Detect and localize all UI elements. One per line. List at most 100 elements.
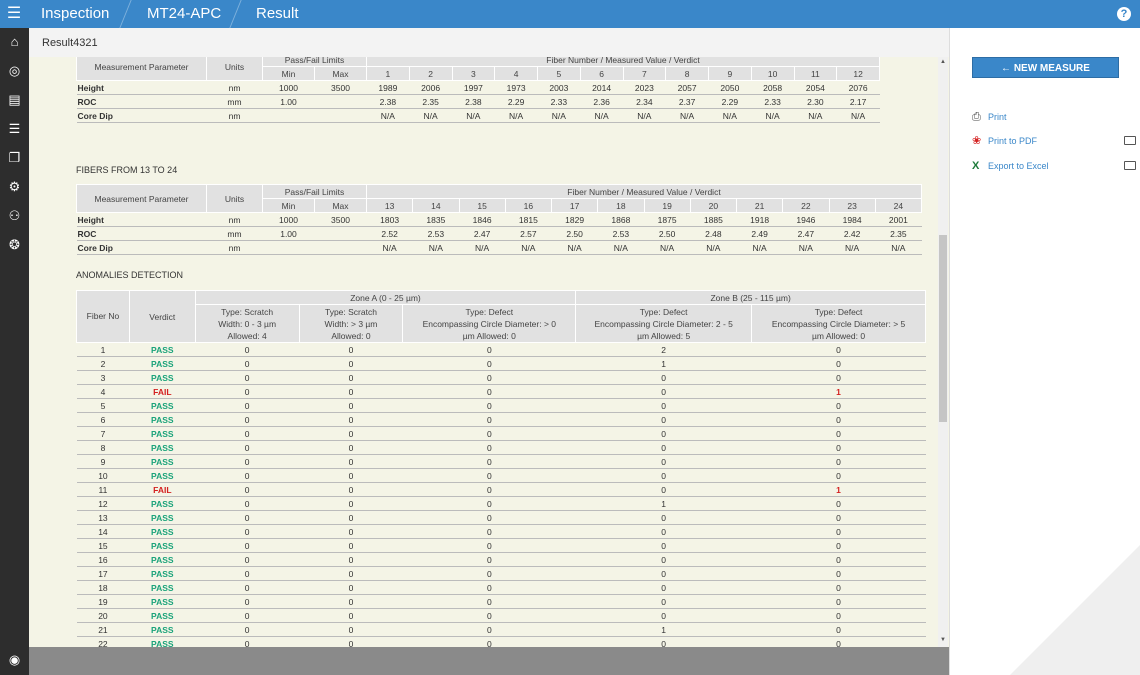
table-row: 14 PASS 0 0 0 0 0 bbox=[76, 524, 926, 539]
max-value bbox=[314, 108, 367, 123]
print-button[interactable]: ⎙ Print bbox=[972, 109, 1007, 125]
fiber-number: 15 bbox=[458, 198, 506, 213]
measured-value: 2.35 bbox=[409, 94, 452, 109]
folder-icon[interactable] bbox=[1124, 136, 1136, 145]
defect-count: 1 bbox=[751, 384, 926, 399]
max-value bbox=[314, 226, 367, 241]
fiber-number: 9 bbox=[708, 66, 752, 81]
measured-value: N/A bbox=[751, 108, 794, 123]
user-icon[interactable]: ◉ bbox=[0, 649, 29, 671]
vertical-scrollbar[interactable]: ▲ ▼ bbox=[938, 57, 948, 647]
measured-value: N/A bbox=[644, 240, 691, 255]
unit: nm bbox=[206, 80, 263, 95]
verdict: PASS bbox=[129, 440, 196, 455]
table-row: 11 FAIL 0 0 0 0 1 bbox=[76, 482, 926, 497]
export-excel-button[interactable]: X Export to Excel bbox=[972, 158, 1049, 174]
verdict: FAIL bbox=[129, 384, 196, 399]
defect-count: 0 bbox=[299, 594, 403, 609]
fiber-number: 17 bbox=[76, 566, 130, 581]
measured-value: 2.49 bbox=[736, 226, 783, 241]
gears-icon[interactable]: ⚙ bbox=[0, 176, 29, 198]
measured-value: 2003 bbox=[537, 80, 581, 95]
table-row: 21 PASS 0 0 0 1 0 bbox=[76, 622, 926, 637]
help-icon[interactable]: ? bbox=[1117, 7, 1131, 21]
defect-count: 0 bbox=[402, 524, 576, 539]
new-measure-button[interactable]: ← NEW MEASURE bbox=[972, 57, 1119, 78]
fiber-number: 11 bbox=[76, 482, 130, 497]
fiber-number: 3 bbox=[76, 370, 130, 385]
parameter-name: Height bbox=[76, 212, 207, 227]
defect-count: 0 bbox=[195, 538, 300, 553]
measured-value: 2076 bbox=[836, 80, 880, 95]
defect-count: 0 bbox=[299, 538, 403, 553]
fiber-number: 12 bbox=[836, 66, 880, 81]
criteria-line: Type: Defect bbox=[639, 306, 688, 317]
fibers-13-24-table: Measurement Parameter Units Pass/Fail Limi… bbox=[76, 184, 923, 255]
copy-icon[interactable]: ❐ bbox=[0, 147, 29, 169]
parameter-name: Height bbox=[76, 80, 207, 95]
units-header: Units bbox=[206, 184, 263, 213]
criteria-line: Type: Scratch bbox=[221, 306, 274, 317]
measured-value: 2014 bbox=[580, 80, 623, 95]
measured-value: 2.52 bbox=[366, 226, 413, 241]
breadcrumb-inspection[interactable]: Inspection bbox=[41, 0, 109, 28]
defect-count: 0 bbox=[402, 468, 576, 483]
users-icon[interactable]: ⚇ bbox=[0, 205, 29, 227]
defect-count: 0 bbox=[402, 594, 576, 609]
measured-value: 2.47 bbox=[782, 226, 829, 241]
measurement-parameter-header: Measurement Parameter bbox=[76, 57, 207, 81]
defect-count: 0 bbox=[402, 622, 576, 637]
table-row: 17 PASS 0 0 0 0 0 bbox=[76, 566, 926, 581]
fiber-number: 24 bbox=[874, 198, 923, 213]
print-label: Print bbox=[988, 112, 1007, 122]
defect-count: 0 bbox=[402, 538, 576, 553]
anomalies-table: Fiber No Verdict Zone A (0 - 25 µm) Zone B … bbox=[76, 290, 926, 647]
verdict: PASS bbox=[129, 636, 196, 647]
print-pdf-button[interactable]: ❀ Print to PDF bbox=[972, 133, 1037, 149]
breadcrumb-mt24-apc[interactable]: MT24-APC bbox=[147, 0, 221, 28]
fiber-number: 9 bbox=[76, 454, 130, 469]
max-value bbox=[314, 94, 367, 109]
fiber-number: 1 bbox=[76, 342, 130, 357]
defect-count: 0 bbox=[751, 510, 926, 525]
fiber-number: 10 bbox=[750, 66, 795, 81]
defect-count: 0 bbox=[402, 552, 576, 567]
scroll-down-icon[interactable]: ▼ bbox=[938, 637, 948, 643]
target-icon[interactable]: ◎ bbox=[0, 60, 29, 82]
defect-count: 0 bbox=[751, 538, 926, 553]
verdict: PASS bbox=[129, 496, 196, 511]
defect-count: 0 bbox=[195, 524, 300, 539]
map-icon[interactable]: ▤ bbox=[0, 89, 29, 111]
folder-icon[interactable] bbox=[1124, 161, 1136, 170]
measured-value: 2.47 bbox=[459, 226, 506, 241]
defect-count: 0 bbox=[299, 440, 403, 455]
measured-value: 1918 bbox=[736, 212, 783, 227]
support-icon[interactable]: ❂ bbox=[0, 234, 29, 256]
scroll-up-icon[interactable]: ▲ bbox=[938, 59, 948, 65]
defect-count: 1 bbox=[575, 356, 752, 371]
defect-count: 0 bbox=[195, 636, 300, 647]
measured-value: N/A bbox=[452, 108, 495, 123]
home-icon[interactable]: ⌂ bbox=[0, 31, 29, 53]
right-panel: ← NEW MEASURE ⎙ Print ❀ Print to PDF X Expo… bbox=[949, 28, 1140, 675]
fiber-number: 20 bbox=[689, 198, 738, 213]
defect-count: 0 bbox=[575, 524, 752, 539]
scroll-thumb[interactable] bbox=[939, 235, 947, 422]
fiber-number: 5 bbox=[76, 398, 130, 413]
table-row: 1 PASS 0 0 0 2 0 bbox=[76, 342, 926, 357]
fiber-number: 16 bbox=[76, 552, 130, 567]
defect-count: 0 bbox=[751, 608, 926, 623]
defect-count: 0 bbox=[195, 552, 300, 567]
criteria-line: µm Allowed: 0 bbox=[462, 330, 516, 341]
menu-icon[interactable]: ☰ bbox=[0, 0, 28, 28]
unit: nm bbox=[206, 240, 263, 255]
zone-b-header: Zone B (25 - 115 µm) bbox=[575, 290, 926, 305]
measured-value: 2054 bbox=[794, 80, 837, 95]
min-value: 1000 bbox=[262, 212, 315, 227]
min-header: Min bbox=[262, 198, 315, 213]
sliders-icon[interactable]: ☰ bbox=[0, 118, 29, 140]
defect-count: 0 bbox=[402, 356, 576, 371]
measured-value: 2.38 bbox=[366, 94, 410, 109]
measured-value: 2.30 bbox=[794, 94, 837, 109]
measured-value: 2.53 bbox=[597, 226, 644, 241]
